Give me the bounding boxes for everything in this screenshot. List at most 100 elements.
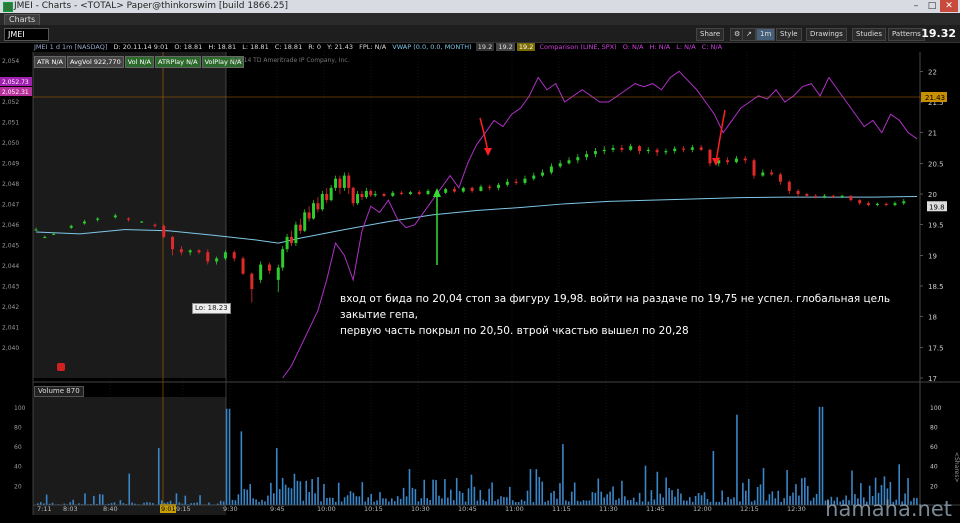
volume-bar (101, 494, 104, 505)
volume-bar (777, 490, 780, 505)
symbol-input[interactable]: JMEI (4, 28, 49, 41)
candle-body (259, 264, 263, 280)
patterns-button[interactable]: Patterns (888, 28, 925, 41)
volume-bar (576, 500, 579, 505)
tab-row: Charts (0, 13, 960, 26)
window-title: JMEI - Charts - <TOTAL> Paper@thinkorswi… (14, 1, 289, 11)
right-axis-label: 18 (928, 314, 937, 322)
time-axis-label: 11:45 (646, 505, 665, 513)
time-axis-label: 12:15 (740, 505, 759, 513)
price-chart[interactable]: 2221.52120.52019.51918.51817.5172,0542,0… (0, 52, 960, 523)
candle-body (549, 166, 553, 173)
prev-close-tag-text: 21.43 (925, 94, 945, 102)
volume-bar (281, 477, 284, 505)
share-button[interactable]: Share (696, 28, 725, 41)
study-avgvol[interactable]: AvgVol 922,770 (67, 56, 124, 68)
candle-body (276, 267, 280, 280)
candle-body (479, 186, 483, 191)
candle-body (426, 190, 430, 194)
style-button[interactable]: Style (776, 28, 802, 41)
info-low: L: 18.81 (242, 43, 269, 51)
candle-body (840, 195, 844, 198)
study-vol[interactable]: Vol N/A (124, 56, 155, 68)
volume-bar (747, 478, 750, 505)
candle-body (461, 187, 465, 192)
volume-bar (547, 500, 549, 505)
volume-bar (491, 482, 493, 505)
candle-body (629, 146, 633, 150)
volume-bar (261, 499, 263, 505)
candle-body (664, 151, 668, 153)
volume-bar (635, 502, 638, 505)
volume-bar (573, 482, 576, 505)
alert-icon[interactable] (57, 363, 65, 371)
studies-button[interactable]: Studies (852, 28, 886, 41)
candle-body (726, 160, 730, 163)
candle-body (267, 264, 271, 271)
volume-bar (482, 499, 485, 505)
volume-bar (237, 494, 240, 505)
volume-bar (659, 493, 662, 505)
volume-bar (311, 478, 313, 505)
time-axis-label: 11:30 (599, 505, 618, 513)
time-axis-label: 8:03 (63, 505, 78, 513)
volume-bar (677, 488, 679, 505)
candle-body (858, 200, 862, 204)
candle-body (532, 175, 536, 179)
candle-body (241, 258, 245, 274)
volume-bar (509, 486, 511, 505)
volume-bar (609, 491, 611, 505)
candle-body (391, 192, 395, 196)
info-high: H: 18.81 (208, 43, 237, 51)
maximize-button[interactable]: □ (924, 0, 940, 12)
candle-body (778, 174, 782, 182)
candle-body (250, 273, 254, 290)
annotation-line-1: вход от бида по 20,04 стоп за фигуру 19,… (340, 293, 891, 321)
volume-bar (258, 501, 260, 505)
info-v2: 19.2 (496, 43, 515, 51)
volume-bar (473, 486, 476, 505)
volume-bar (458, 491, 461, 505)
volume-bar (308, 492, 310, 505)
time-axis-label: 10:45 (458, 505, 477, 513)
candle-body (232, 252, 236, 259)
candle-body (682, 148, 686, 150)
volume-bar (591, 492, 594, 505)
volume-bar (600, 491, 603, 505)
volume-bar (662, 497, 664, 505)
volume-bar (246, 489, 249, 505)
study-atr[interactable]: ATR N/A (34, 56, 66, 68)
volume-bar (255, 499, 257, 505)
close-button[interactable]: ✕ (940, 0, 958, 12)
candle-body (805, 194, 809, 196)
window-titlebar: JMEI - Charts - <TOTAL> Paper@thinkorswi… (0, 0, 960, 13)
candle-body (497, 184, 501, 188)
candle-body (452, 189, 456, 192)
candle-body (356, 194, 360, 204)
candle-body (734, 158, 738, 163)
candle-body (113, 215, 117, 218)
volume-bar (674, 496, 676, 505)
time-axis-label: 9:30 (223, 505, 238, 513)
candle-body (364, 190, 368, 198)
vol-axis-unit: <Shares> (953, 452, 960, 483)
arrow-icon[interactable]: ↗ (742, 28, 756, 41)
minimize-button[interactable]: – (908, 0, 924, 12)
copyright: ©2014 TD Ameritrade IP Company, Inc. (230, 57, 350, 64)
volume-bar (396, 496, 399, 505)
volume-bar (815, 493, 818, 505)
volume-bar (343, 497, 346, 505)
study-labels: ATR N/A AvgVol 922,770 Vol N/A ATRPlay N/A V… (34, 56, 245, 68)
volume-bar (317, 477, 319, 505)
candle-body (303, 212, 307, 231)
drawings-button[interactable]: Drawings (806, 28, 847, 41)
volume-bar (408, 469, 411, 505)
candle-body (307, 212, 311, 219)
info-bar: JMEI 1 d 1m [NASDAQ] D: 20.11.14 9:01 O:… (32, 42, 922, 52)
right-axis-label: 22 (928, 68, 937, 76)
volume-bar (296, 480, 299, 505)
volume-bar (355, 496, 358, 505)
candle-body (673, 148, 677, 152)
study-atrplay[interactable]: ATRPlay N/A (155, 56, 201, 68)
period-button[interactable]: 1m (756, 28, 776, 41)
